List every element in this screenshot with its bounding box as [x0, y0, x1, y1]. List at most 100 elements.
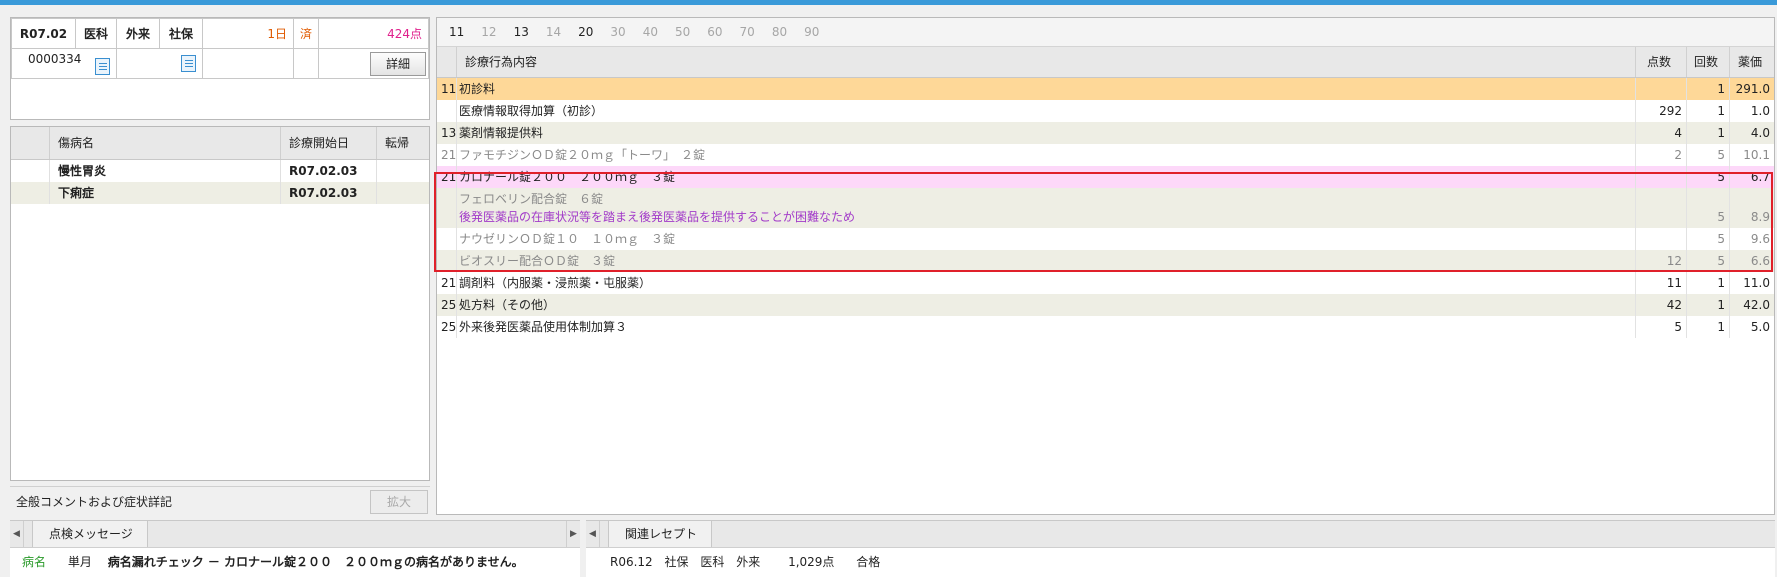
row-count: 5 — [1687, 144, 1730, 166]
col-content[interactable]: 診療行為内容 — [457, 47, 1636, 77]
table-row[interactable]: 21 ファモチジンＯＤ錠２０ｍｇ「トーワ」 ２錠 2 5 10.1 — [437, 144, 1774, 166]
comment-bar: 全般コメントおよび症状詳記 拡大 — [10, 486, 430, 516]
row-points: 5 — [1636, 316, 1687, 338]
filter-tab[interactable]: 13 — [514, 25, 529, 39]
filter-tab[interactable]: 60 — [707, 25, 722, 39]
table-row[interactable]: 21 調剤料（内服薬・浸煎薬・屯服薬） 11 1 11.0 — [437, 272, 1774, 294]
related-dept: 医科 — [700, 555, 725, 569]
filter-tab[interactable]: 90 — [804, 25, 819, 39]
row-code: 13 — [437, 122, 457, 144]
disease-row[interactable]: 慢性胃炎 R07.02.03 — [11, 160, 429, 182]
patient-id-cell: 0000334 — [11, 48, 117, 79]
row-count: 1 — [1687, 78, 1730, 100]
row-count: 5 — [1687, 228, 1730, 250]
table-row[interactable]: 医療情報取得加算（初診） 292 1 1.0 — [437, 100, 1774, 122]
related-receipt-row[interactable]: R06.12 社保 医科 外来 1,029点 合格 — [586, 548, 1775, 576]
row-count: 1 — [1687, 122, 1730, 144]
detail-button[interactable]: 詳細 — [370, 51, 426, 76]
insurance-label: 社保 — [159, 18, 203, 49]
disease-outcome — [377, 182, 429, 204]
scroll-left-icon[interactable]: ◀ — [586, 521, 600, 547]
row-points — [1636, 78, 1687, 100]
copy-icon[interactable] — [181, 55, 196, 72]
filter-tab[interactable]: 40 — [643, 25, 658, 39]
row-text: カロナール錠２００ ２００ｍｇ ３錠 — [457, 166, 1636, 188]
disease-start: R07.02.03 — [281, 182, 377, 204]
filter-tab[interactable]: 70 — [740, 25, 755, 39]
days-label: 1日 — [202, 18, 294, 49]
row-code: 25 — [437, 294, 457, 316]
patient-id: 0000334 — [28, 52, 82, 66]
related-tabbar: ◀ 関連レセプト — [586, 521, 1775, 548]
row-text: ナウゼリンＯＤ錠１０ １０ｍｇ ３錠 — [457, 228, 1636, 250]
related-insurance: 社保 — [664, 555, 689, 569]
table-row[interactable]: 11 初診料 1 291.0 — [437, 78, 1774, 100]
filter-tab[interactable]: 20 — [578, 25, 593, 39]
row-count: 1 — [1687, 316, 1730, 338]
table-row[interactable]: 25 外来後発医薬品使用体制加算３ 5 1 5.0 — [437, 316, 1774, 338]
col-points[interactable]: 点数 — [1636, 47, 1687, 77]
row-points: 42 — [1636, 294, 1687, 316]
col-start-date[interactable]: 診療開始日 — [281, 127, 377, 159]
row-code: 21 — [437, 144, 457, 166]
filter-tab[interactable]: 50 — [675, 25, 690, 39]
row-code — [437, 250, 457, 272]
row-text: ファモチジンＯＤ錠２０ｍｇ「トーワ」 ２錠 — [457, 144, 1636, 166]
comment-label: 全般コメントおよび症状詳記 — [16, 495, 173, 509]
detail-cell: 詳細 — [318, 48, 429, 79]
filter-tab[interactable]: 12 — [481, 25, 496, 39]
scroll-left-icon[interactable]: ◀ — [10, 521, 24, 547]
tab-related-receipts[interactable]: 関連レセプト — [608, 521, 713, 547]
col-count[interactable]: 回数 — [1687, 47, 1730, 77]
check-category: 病名 — [22, 555, 47, 569]
empty-cell — [116, 48, 203, 79]
table-row[interactable]: ナウゼリンＯＤ錠１０ １０ｍｇ ３錠 5 9.6 — [437, 228, 1774, 250]
expand-button[interactable]: 拡大 — [370, 490, 428, 514]
dept-label: 医科 — [75, 18, 117, 49]
table-row[interactable]: ビオスリー配合ＯＤ錠 ３錠 12 5 6.6 — [437, 250, 1774, 272]
scroll-right-icon[interactable]: ▶ — [566, 521, 580, 547]
treatment-table-header: 診療行為内容 点数 回数 薬価 — [437, 47, 1774, 78]
table-row[interactable]: 13 薬剤情報提供料 4 1 4.0 — [437, 122, 1774, 144]
treatment-table-body: 11 初診料 1 291.0 医療情報取得加算（初診） 292 1 1.0 13… — [437, 78, 1774, 338]
table-row[interactable]: フェロベリン配合錠 ６錠 後発医薬品の在庫状況等を踏まえ後発医薬品を提供すること… — [437, 188, 1774, 228]
disease-row[interactable]: 下痢症 R07.02.03 — [11, 182, 429, 204]
row-points: 2 — [1636, 144, 1687, 166]
filter-tab[interactable]: 14 — [546, 25, 561, 39]
col-price[interactable]: 薬価 — [1730, 47, 1774, 77]
table-row-highlighted[interactable]: 21 カロナール錠２００ ２００ｍｇ ３錠 5 6.7 — [437, 166, 1774, 188]
disease-name: 下痢症 — [50, 182, 281, 204]
tab-check-messages[interactable]: 点検メッセージ — [32, 521, 148, 547]
related-result: 合格 — [856, 555, 881, 569]
disease-list: 傷病名 診療開始日 転帰 慢性胃炎 R07.02.03 下痢症 R07.02.0… — [10, 126, 430, 481]
filter-tab[interactable]: 30 — [610, 25, 625, 39]
table-row[interactable]: 25 処方料（その他） 42 1 42.0 — [437, 294, 1774, 316]
col-outcome[interactable]: 転帰 — [377, 127, 429, 159]
row-text: 初診料 — [457, 78, 1636, 100]
row-code — [437, 228, 457, 250]
related-points: 1,029点 — [788, 555, 835, 569]
points-total: 424点 — [318, 18, 429, 49]
filter-tab[interactable]: 80 — [772, 25, 787, 39]
row-count: 5 — [1687, 188, 1730, 228]
filter-tab[interactable]: 11 — [449, 25, 464, 39]
check-message: 病名漏れチェック － カロナール錠２００ ２００ｍｇの病名がありません。 — [107, 555, 524, 569]
copy-icon[interactable] — [95, 58, 110, 75]
row-points — [1636, 188, 1687, 228]
row-code: 25 — [437, 316, 457, 338]
row-text: 調剤料（内服薬・浸煎薬・屯服薬） — [457, 272, 1636, 294]
row-points — [1636, 166, 1687, 188]
row-points: 292 — [1636, 100, 1687, 122]
disease-start: R07.02.03 — [281, 160, 377, 182]
row-count: 1 — [1687, 100, 1730, 122]
row-text-block: フェロベリン配合錠 ６錠 後発医薬品の在庫状況等を踏まえ後発医薬品を提供すること… — [457, 188, 1636, 228]
row-code — [437, 100, 457, 122]
row-code: 11 — [437, 78, 457, 100]
check-message-row[interactable]: 病名 単月 病名漏れチェック － カロナール錠２００ ２００ｍｇの病名がありませ… — [10, 548, 580, 576]
col-disease-name[interactable]: 傷病名 — [50, 127, 281, 159]
related-receipt-panel: ◀ 関連レセプト R06.12 社保 医科 外来 1,029点 合格 — [586, 520, 1775, 577]
row-points: 12 — [1636, 250, 1687, 272]
row-price: 8.9 — [1750, 210, 1770, 224]
row-text: 外来後発医薬品使用体制加算３ — [457, 316, 1636, 338]
row-text: ビオスリー配合ＯＤ錠 ３錠 — [457, 250, 1636, 272]
